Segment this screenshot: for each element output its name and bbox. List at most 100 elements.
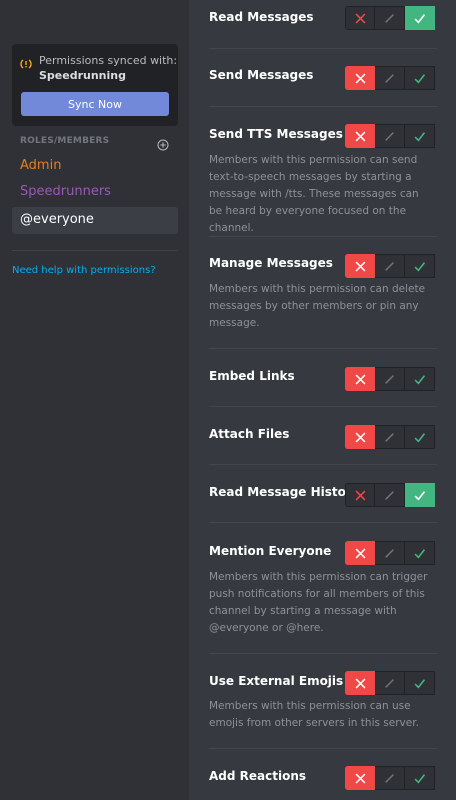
slash-icon (385, 261, 394, 271)
permission-divider (209, 348, 437, 349)
check-icon (414, 13, 425, 24)
x-icon (355, 548, 365, 558)
neutral-button[interactable] (375, 425, 405, 449)
role-item-everyone[interactable]: @everyone (20, 212, 94, 227)
x-icon (355, 773, 365, 783)
permission-name: Mention Everyone (209, 544, 332, 558)
allow-button[interactable] (405, 124, 435, 148)
check-icon (414, 432, 425, 443)
slash-icon (385, 13, 394, 23)
permission-divider (209, 106, 437, 107)
permission-divider (209, 236, 437, 237)
permission-divider (209, 406, 437, 407)
sync-status-text: Permissions synced with: (39, 54, 178, 67)
permission-name: Send Messages (209, 68, 314, 82)
allow-button[interactable] (405, 66, 435, 90)
allow-button[interactable] (405, 367, 435, 391)
permission-toggle (345, 254, 437, 278)
allow-button[interactable] (405, 483, 435, 507)
permission-name: Send TTS Messages (209, 127, 343, 141)
role-item-speedrunners[interactable]: Speedrunners (20, 184, 111, 199)
permission-name: Read Message History (209, 485, 360, 499)
x-icon (355, 73, 365, 83)
permission-toggle (345, 367, 437, 391)
permission-name: Manage Messages (209, 256, 333, 270)
check-icon (414, 374, 425, 385)
x-icon (355, 374, 365, 384)
x-icon (355, 432, 365, 442)
permission-toggle (345, 541, 437, 565)
deny-button[interactable] (345, 367, 375, 391)
check-icon (414, 73, 425, 84)
permission-toggle (345, 6, 437, 30)
permission-divider (209, 522, 437, 523)
check-icon (414, 548, 425, 559)
neutral-button[interactable] (375, 6, 405, 30)
deny-button[interactable] (345, 541, 375, 565)
deny-button[interactable] (345, 66, 375, 90)
neutral-button[interactable] (375, 367, 405, 391)
allow-button[interactable] (405, 766, 435, 790)
sidebar-divider (12, 250, 178, 251)
slash-icon (385, 432, 394, 442)
neutral-button[interactable] (375, 254, 405, 278)
permission-name: Embed Links (209, 369, 295, 383)
sync-panel: Permissions synced with: Speedrunning Sy… (12, 44, 178, 126)
slash-icon (385, 773, 394, 783)
neutral-button[interactable] (375, 541, 405, 565)
role-item-admin[interactable]: Admin (20, 158, 61, 173)
permission-toggle (345, 66, 437, 90)
sync-channel-name: Speedrunning (39, 69, 126, 82)
deny-button[interactable] (345, 766, 375, 790)
check-icon (414, 490, 425, 501)
x-icon (355, 490, 365, 500)
check-icon (414, 131, 425, 142)
permission-toggle (345, 425, 437, 449)
deny-button[interactable] (345, 6, 375, 30)
neutral-button[interactable] (375, 671, 405, 695)
sync-warning-icon (20, 55, 32, 69)
x-icon (355, 131, 365, 141)
permission-divider (209, 464, 437, 465)
x-icon (355, 13, 365, 23)
slash-icon (385, 131, 394, 141)
allow-button[interactable] (405, 6, 435, 30)
deny-button[interactable] (345, 483, 375, 507)
check-icon (414, 261, 425, 272)
deny-button[interactable] (345, 254, 375, 278)
deny-button[interactable] (345, 124, 375, 148)
allow-button[interactable] (405, 425, 435, 449)
check-icon (414, 678, 425, 689)
permission-description: Members with this permission can delete … (209, 283, 426, 329)
neutral-button[interactable] (375, 766, 405, 790)
deny-button[interactable] (345, 425, 375, 449)
neutral-button[interactable] (375, 124, 405, 148)
slash-icon (385, 490, 394, 500)
permission-description: Members with this permission can trigger… (209, 571, 428, 634)
permission-name: Use External Emojis (209, 674, 344, 688)
sync-now-button[interactable]: Sync Now (21, 92, 169, 116)
check-icon (414, 773, 425, 784)
deny-button[interactable] (345, 671, 375, 695)
permissions-sidebar: Permissions synced with: Speedrunning Sy… (0, 0, 189, 800)
permission-name: Read Messages (209, 10, 314, 24)
permission-divider (209, 48, 437, 49)
neutral-button[interactable] (375, 66, 405, 90)
permission-toggle (345, 766, 437, 790)
permission-description: Members with this permission can use emo… (209, 700, 419, 729)
permission-name: Attach Files (209, 427, 290, 441)
permission-divider (209, 653, 437, 654)
permission-name: Add Reactions (209, 769, 307, 783)
permission-toggle (345, 124, 437, 148)
slash-icon (385, 73, 394, 83)
add-role-icon[interactable] (157, 136, 169, 151)
roles-members-header: ROLES/MEMBERS (20, 136, 110, 146)
allow-button[interactable] (405, 541, 435, 565)
allow-button[interactable] (405, 254, 435, 278)
x-icon (355, 261, 365, 271)
allow-button[interactable] (405, 671, 435, 695)
neutral-button[interactable] (375, 483, 405, 507)
slash-icon (385, 374, 394, 384)
help-permissions-link[interactable]: Need help with permissions? (12, 265, 156, 276)
slash-icon (385, 548, 394, 558)
